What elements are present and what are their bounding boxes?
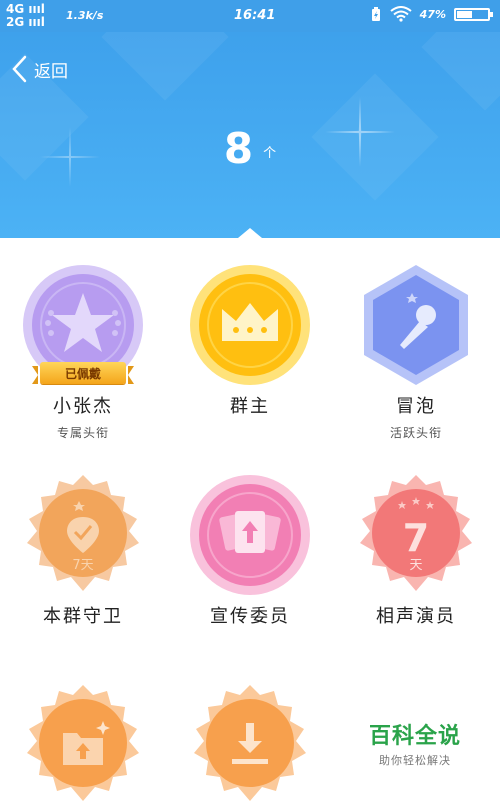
- background-pattern: [101, 32, 229, 101]
- network-speed: 1.3k/s: [66, 9, 104, 22]
- badge-item[interactable]: [167, 680, 333, 812]
- badge-icon-wrap: 7天: [0, 470, 166, 600]
- badge-subtitle: 活跃头衔: [389, 426, 442, 440]
- network-indicator: 4G ıııl 2G ıııl: [6, 3, 45, 29]
- header-notch: [238, 228, 262, 238]
- battery-saver-icon: [371, 7, 380, 21]
- badge-item[interactable]: 7天 本群守卫: [0, 470, 166, 628]
- folder-upload-icon: [27, 685, 139, 801]
- download-medal-icon: [194, 685, 306, 801]
- poster-upload-icon: [190, 475, 310, 595]
- wifi-icon: [390, 6, 412, 22]
- badge-icon-wrap: [333, 260, 499, 390]
- badge-name: 相声演员: [376, 606, 456, 627]
- badge-item[interactable]: [0, 680, 166, 812]
- badge-icon-wrap: 已佩戴: [0, 260, 166, 390]
- badge-item[interactable]: 7 天 相声演员: [333, 470, 499, 628]
- badge-icon-wrap: [167, 260, 333, 390]
- badge-name: 小张杰: [53, 396, 113, 417]
- battery-icon: [454, 7, 493, 21]
- count-value: 8: [223, 124, 254, 173]
- battery-percent: 47%: [419, 7, 446, 21]
- clock: 16:41: [234, 8, 276, 23]
- days-unit: 天: [409, 558, 422, 573]
- count-unit: 个: [263, 146, 277, 161]
- chevron-left-icon: [12, 55, 27, 83]
- days-number: 7: [403, 516, 429, 560]
- badge-item[interactable]: 冒泡 活跃头衔: [333, 260, 499, 441]
- crown-medal-icon: [190, 265, 310, 385]
- badge-item[interactable]: 群主: [167, 260, 333, 424]
- seven-day-medal-icon: 7 天: [360, 475, 472, 591]
- signal-icon: ıııl: [28, 15, 45, 29]
- signal-icon: ıııl: [28, 2, 45, 16]
- watermark-subtitle: 助你轻松解决: [379, 754, 451, 767]
- background-pattern: [421, 32, 500, 111]
- worn-ribbon: 已佩戴: [32, 362, 134, 384]
- header: 返回 8个: [0, 32, 500, 238]
- badge-name: 本群守卫: [43, 606, 123, 627]
- badge-item[interactable]: 已佩戴 小张杰 专属头衔: [0, 260, 166, 441]
- worn-label: 已佩戴: [64, 366, 101, 381]
- badge-name: 群主: [230, 396, 270, 417]
- days-label: 7天: [72, 558, 93, 573]
- badge-icon-wrap: 7 天: [333, 470, 499, 600]
- watermark-title: 百科全说: [368, 724, 461, 749]
- back-label: 返回: [34, 61, 68, 82]
- shield-check-icon: 7天: [27, 475, 139, 591]
- watermark-logo: 百科全说 助你轻松解决: [360, 718, 470, 768]
- badge-icon-wrap: [167, 680, 333, 810]
- badge-subtitle: 专属头衔: [56, 426, 109, 440]
- badge-count: 8个: [0, 124, 500, 173]
- badge-name: 冒泡: [396, 396, 436, 417]
- back-button[interactable]: 返回: [10, 54, 68, 84]
- microphone-badge-icon: [364, 265, 468, 385]
- badge-icon-wrap: [167, 470, 333, 600]
- badge-name: 宣传委员: [210, 606, 290, 627]
- status-bar: 4G ıııl 2G ıııl 1.3k/s 16:41 47%: [0, 0, 500, 32]
- badge-item[interactable]: 宣传委员: [167, 470, 333, 628]
- network-type-1: 4G: [6, 2, 25, 16]
- network-type-2: 2G: [6, 15, 25, 29]
- badge-icon-wrap: [0, 680, 166, 810]
